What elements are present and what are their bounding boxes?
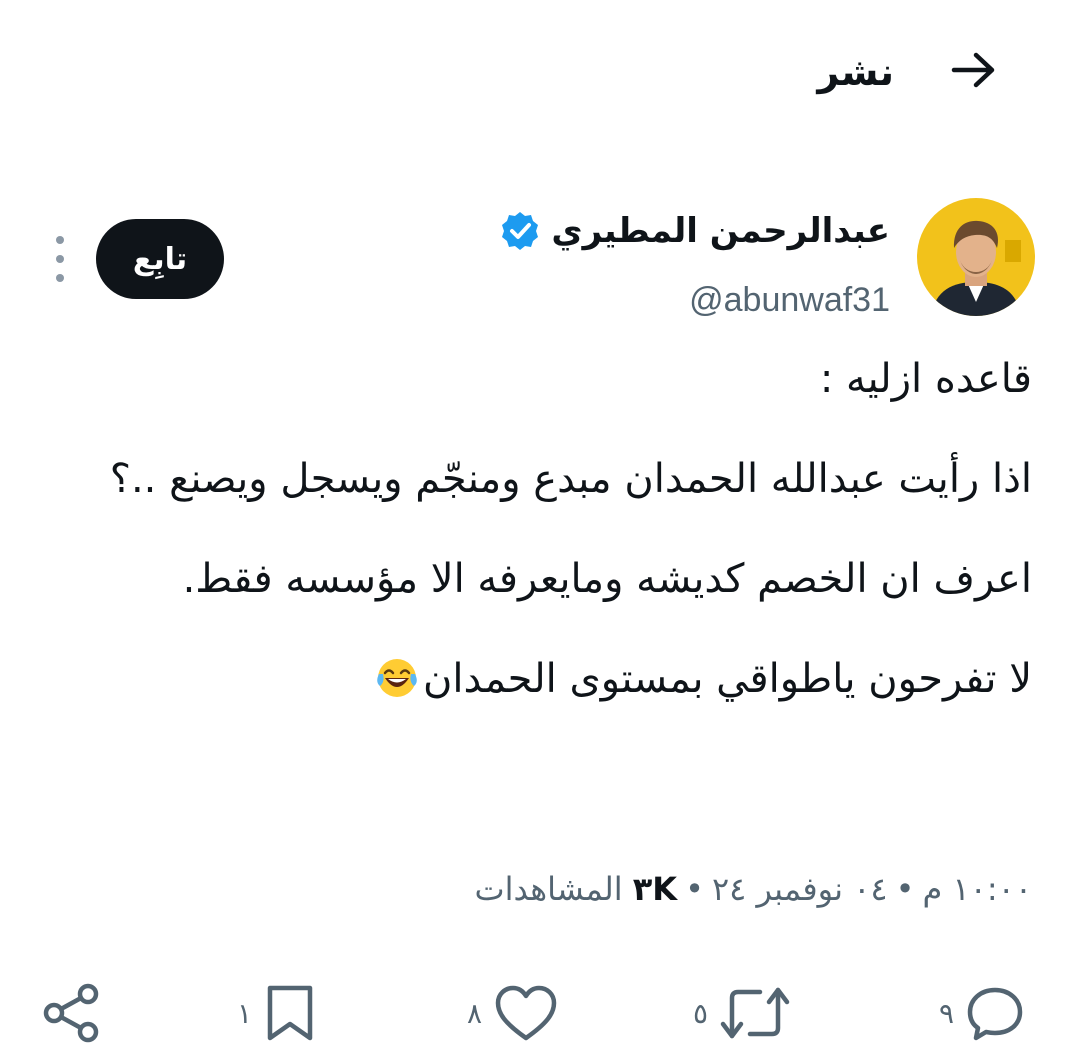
arrow-right-icon: [951, 52, 995, 88]
views-count: ٣K: [632, 870, 678, 908]
tweet-meta: ١٠:٠٠ م•٠٤ نوفمبر ٢٤•٣K المشاهدات: [474, 866, 1032, 912]
repost-icon: [720, 987, 790, 1039]
author-name-row: عبدالرحمن المطيري: [499, 206, 890, 256]
separator: •: [685, 870, 704, 908]
bookmark-button[interactable]: ١: [237, 978, 318, 1048]
follow-button[interactable]: تابِع: [96, 219, 224, 299]
back-button[interactable]: [946, 46, 1002, 94]
views-label[interactable]: المشاهدات: [474, 870, 622, 908]
verified-badge-icon: [499, 210, 541, 252]
avatar[interactable]: [917, 198, 1035, 316]
separator: •: [895, 870, 915, 908]
author-handle[interactable]: @abunwaf31: [689, 276, 890, 324]
tweet-line: لا تفرحون ياطواقي بمستوى الحمدان: [423, 656, 1032, 702]
tweet-line-with-emoji: لا تفرحون ياطواقي بمستوى الحمدان: [32, 652, 1032, 706]
tweet-line: اعرف ان الخصم كديشه ومايعرفه الا مؤسسه ف…: [182, 556, 1032, 602]
share-icon: [43, 983, 99, 1043]
avatar-image: [917, 198, 1035, 316]
reply-count: ٩: [938, 996, 954, 1030]
reply-button[interactable]: ٩: [939, 978, 1026, 1048]
repost-count: ٥: [692, 996, 708, 1030]
tweet-line: اذا رأيت عبدالله الحمدان مبدع ومنجّم ويس…: [109, 456, 1032, 502]
tweet-date[interactable]: ٠٤ نوفمبر ٢٤: [712, 870, 888, 908]
bookmark-count: ١: [236, 996, 252, 1030]
share-button[interactable]: [40, 978, 104, 1048]
heart-icon: [495, 985, 557, 1041]
tweet-line: قاعده ازليه :: [819, 356, 1032, 402]
repost-button[interactable]: ٥: [693, 978, 792, 1048]
author-name[interactable]: عبدالرحمن المطيري: [551, 206, 890, 256]
tweet-text: قاعده ازليه : اذا رأيت عبدالله الحمدان م…: [32, 352, 1032, 706]
like-button[interactable]: ٨: [467, 978, 560, 1048]
laughing-tears-emoji: [375, 656, 419, 700]
more-vertical-icon[interactable]: [44, 236, 76, 282]
page-title: نشر: [817, 50, 894, 94]
reply-icon: [967, 987, 1023, 1041]
bookmark-icon: [267, 985, 313, 1041]
like-count: ٨: [466, 996, 482, 1030]
tweet-time[interactable]: ١٠:٠٠ م: [922, 870, 1032, 908]
